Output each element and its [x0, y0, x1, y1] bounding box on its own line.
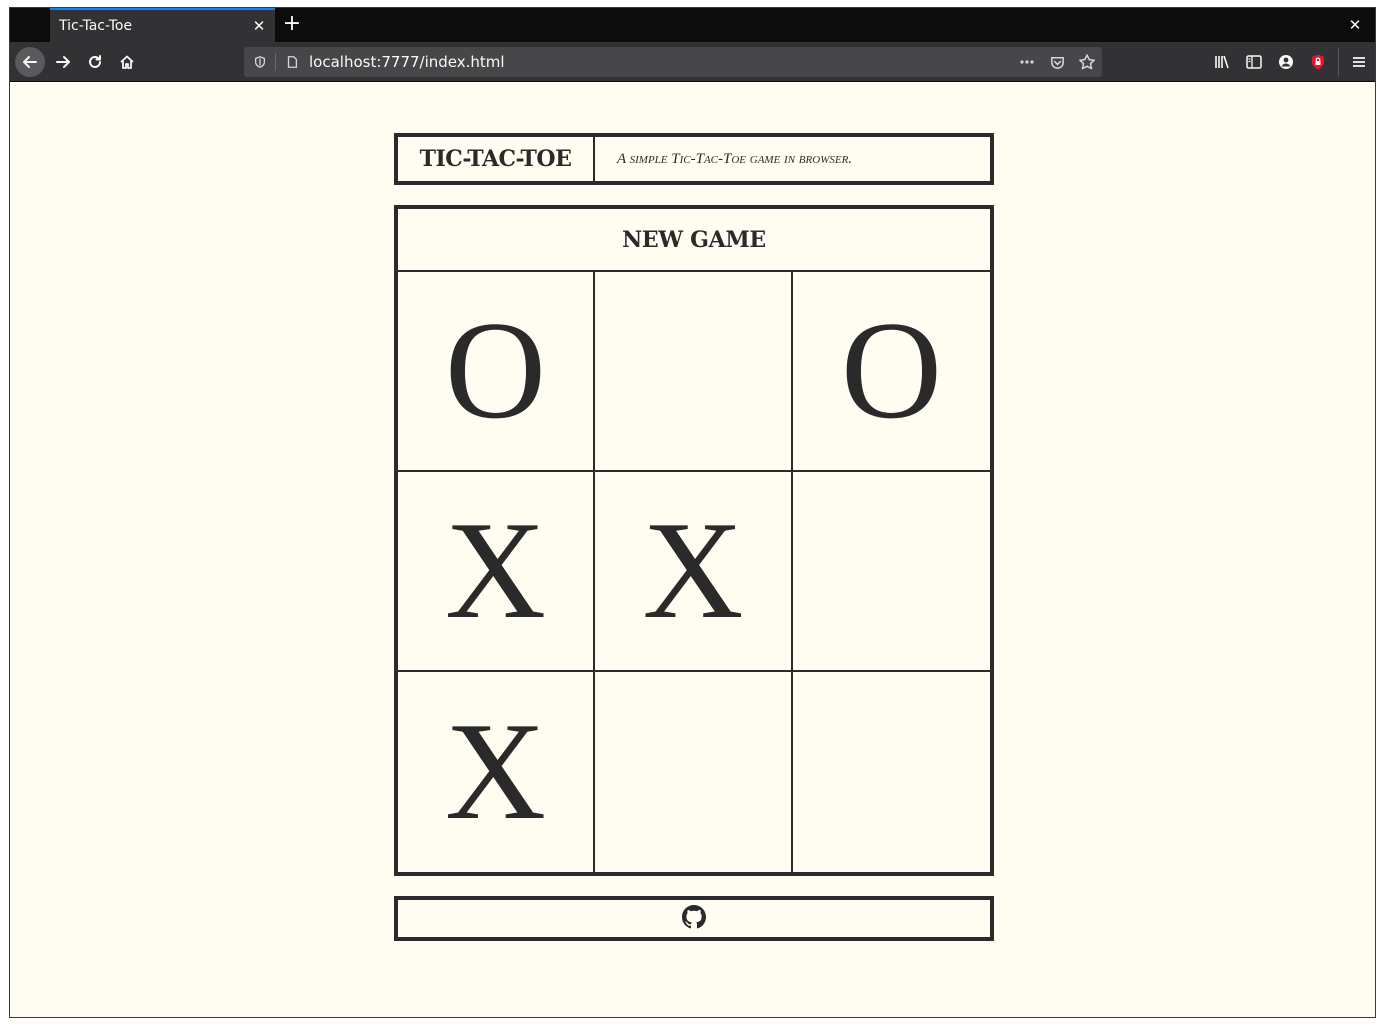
- toolbar-divider: [1338, 48, 1339, 76]
- tab-title: Tic-Tac-Toe: [59, 18, 133, 34]
- board-cell[interactable]: [595, 272, 793, 472]
- url-divider: [275, 53, 276, 71]
- board-cell[interactable]: X: [398, 672, 595, 872]
- window-close-icon[interactable]: ✕: [1345, 15, 1365, 35]
- board-cell[interactable]: [595, 672, 793, 872]
- forward-arrow-icon[interactable]: [48, 47, 78, 77]
- more-icon[interactable]: [1018, 53, 1036, 71]
- board-cell[interactable]: [793, 472, 990, 672]
- back-arrow-icon[interactable]: [15, 47, 45, 77]
- home-icon[interactable]: [112, 47, 142, 77]
- reload-icon[interactable]: [80, 47, 110, 77]
- board-cell[interactable]: O: [398, 272, 595, 472]
- page-content: TIC-TAC-TOE A simple Tic-Tac-Toe game in…: [10, 83, 1375, 1017]
- app-footer: [394, 896, 994, 941]
- new-tab-button[interactable]: +: [280, 11, 304, 37]
- menu-icon[interactable]: [1343, 47, 1375, 77]
- app-subtitle: A simple Tic-Tac-Toe game in browser.: [617, 150, 853, 167]
- app-title: TIC-TAC-TOE: [398, 137, 595, 181]
- board-cell[interactable]: X: [595, 472, 793, 672]
- bookmark-star-icon[interactable]: [1078, 53, 1096, 71]
- url-text[interactable]: localhost:7777/index.html: [309, 53, 505, 71]
- tab-active[interactable]: Tic-Tac-Toe ✕: [50, 8, 275, 42]
- url-bar[interactable]: localhost:7777/index.html: [244, 47, 1102, 77]
- extension-icon[interactable]: [1302, 47, 1334, 77]
- game-panel: NEW GAME O O X X X: [394, 205, 994, 876]
- library-icon[interactable]: [1206, 47, 1238, 77]
- app-header: TIC-TAC-TOE A simple Tic-Tac-Toe game in…: [394, 133, 994, 185]
- tab-close-icon[interactable]: ✕: [249, 16, 269, 36]
- nav-bar: localhost:7777/index.html: [10, 42, 1375, 82]
- board-cell[interactable]: O: [793, 272, 990, 472]
- board-cell[interactable]: X: [398, 472, 595, 672]
- board-cell[interactable]: [793, 672, 990, 872]
- account-icon[interactable]: [1270, 47, 1302, 77]
- github-icon[interactable]: [682, 904, 706, 933]
- sidebar-icon[interactable]: [1238, 47, 1270, 77]
- game-board: O O X X X: [398, 272, 990, 872]
- browser-window: Tic-Tac-Toe ✕ + ✕ localhost:7777/index.h…: [9, 7, 1376, 1018]
- new-game-button[interactable]: NEW GAME: [398, 209, 990, 272]
- pocket-icon[interactable]: [1048, 53, 1066, 71]
- tab-bar: Tic-Tac-Toe ✕ + ✕: [10, 8, 1375, 42]
- shield-icon[interactable]: [252, 54, 268, 70]
- page-icon: [284, 54, 300, 70]
